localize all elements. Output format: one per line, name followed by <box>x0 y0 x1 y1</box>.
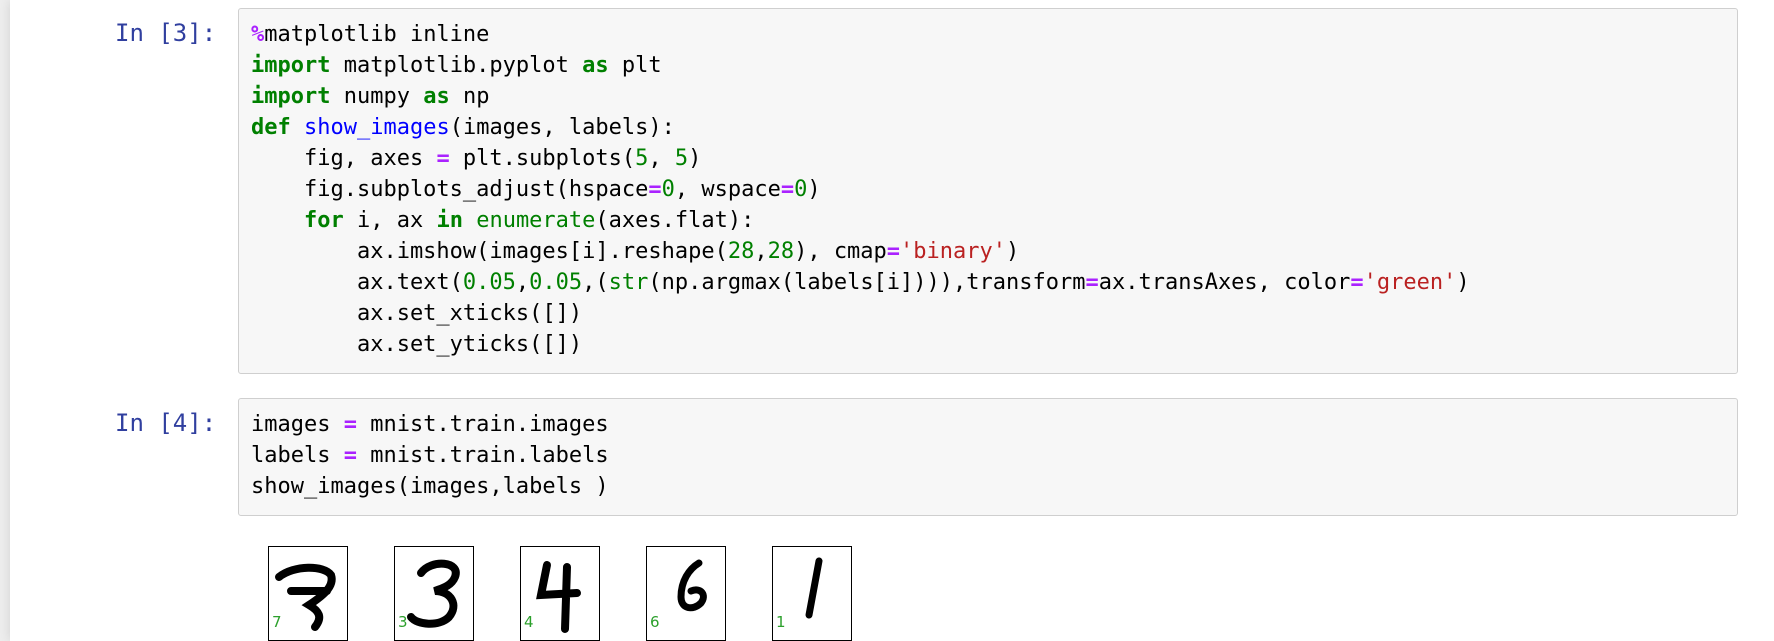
code-token: = <box>343 443 357 468</box>
code-line: images = mnist.train.images <box>251 409 1737 440</box>
code-token: ax.set_xticks([]) <box>251 301 583 326</box>
code-token: , <box>515 270 530 295</box>
code-token: ) <box>1006 239 1020 264</box>
code-token: plt.subplots( <box>449 146 636 171</box>
digit-label: 6 <box>650 613 660 631</box>
code-token: 0 <box>661 177 675 202</box>
code-cell-input[interactable]: images = mnist.train.images labels = mnis… <box>238 398 1738 516</box>
code-token: 0.05 <box>529 270 583 295</box>
code-editor[interactable]: images = mnist.train.images labels = mnis… <box>239 399 1737 502</box>
code-line: fig.subplots_adjust(hspace=0, wspace=0) <box>251 174 1737 205</box>
code-token: 'binary' <box>900 239 1007 264</box>
code-line: for i, ax in enumerate(axes.flat): <box>251 205 1737 236</box>
code-token: in <box>436 208 463 233</box>
code-token: 'green' <box>1363 270 1457 295</box>
code-token: show_images <box>304 115 450 140</box>
cell-prompt: In [3]: <box>115 19 217 47</box>
code-token: (images, labels): <box>449 115 675 140</box>
cell-prompt: In [4]: <box>115 409 217 437</box>
code-token: np <box>449 84 490 109</box>
code-token: show_images(images,labels ) <box>251 474 609 499</box>
code-token: i, ax <box>343 208 437 233</box>
code-line: ax.set_xticks([]) <box>251 298 1737 329</box>
code-token: matplotlib.pyplot <box>330 53 583 78</box>
code-token: as <box>582 53 609 78</box>
code-token: , wspace <box>674 177 781 202</box>
code-line: %matplotlib inline <box>251 19 1737 50</box>
code-token: 5 <box>674 146 689 171</box>
code-editor[interactable]: %matplotlib inline import matplotlib.pypl… <box>239 9 1737 360</box>
code-token: for <box>303 208 344 233</box>
code-token: 28 <box>767 239 795 264</box>
code-token: 28 <box>727 239 755 264</box>
code-token: 0 <box>794 177 808 202</box>
code-token: = <box>1085 270 1099 295</box>
code-token: def <box>251 115 291 140</box>
cell-output-figure: 7 3 4 6 1 <box>238 540 1738 641</box>
code-token: = <box>343 412 357 437</box>
code-token: ) <box>1456 270 1470 295</box>
code-token: plt <box>608 53 662 78</box>
code-token: ) <box>688 146 702 171</box>
code-token: images <box>251 412 344 437</box>
code-token: ax.transAxes, color <box>1098 270 1351 295</box>
code-token: = <box>780 177 795 202</box>
code-token: (axes.flat): <box>595 208 755 233</box>
code-line: labels = mnist.train.labels <box>251 440 1737 471</box>
code-token: ) <box>807 177 821 202</box>
code-token: enumerate <box>476 208 596 233</box>
code-token: , <box>648 146 675 171</box>
code-token: = <box>436 146 450 171</box>
digit-image: 4 <box>520 546 600 641</box>
code-token: fig.subplots_adjust(hspace <box>251 177 649 202</box>
code-cell-input[interactable]: %matplotlib inline import matplotlib.pypl… <box>238 8 1738 374</box>
code-token: 5 <box>635 146 649 171</box>
code-line: import matplotlib.pyplot as plt <box>251 50 1737 81</box>
code-line: import numpy as np <box>251 81 1737 112</box>
digit-image: 6 <box>646 546 726 641</box>
code-token: ax.text( <box>251 270 463 295</box>
digit-image: 1 <box>772 546 852 641</box>
code-line: def show_images(images, labels): <box>251 112 1737 143</box>
code-line: ax.set_yticks([]) <box>251 329 1737 360</box>
code-token: ), cmap <box>794 239 887 264</box>
code-line: fig, axes = plt.subplots(5, 5) <box>251 143 1737 174</box>
code-token: str <box>608 270 649 295</box>
code-token: labels <box>251 443 344 468</box>
code-token: , <box>754 239 768 264</box>
code-token: 0.05 <box>462 270 516 295</box>
digit-label: 3 <box>398 613 408 631</box>
code-token: ,( <box>582 270 609 295</box>
code-line: ax.imshow(images[i].reshape(28,28), cmap… <box>251 236 1737 267</box>
code-token: matplotlib inline <box>264 22 490 47</box>
code-token: import <box>251 53 331 78</box>
notebook-page: In [3]: %matplotlib inline import matplot… <box>10 0 1774 641</box>
code-token: ax.set_yticks([]) <box>251 332 583 357</box>
code-line: show_images(images,labels ) <box>251 471 1737 502</box>
code-token: = <box>886 239 901 264</box>
code-token: import <box>251 84 331 109</box>
code-token: as <box>423 84 450 109</box>
digit-image: 3 <box>394 546 474 641</box>
code-token: = <box>1350 270 1364 295</box>
code-line: ax.text(0.05,0.05,(str(np.argmax(labels[… <box>251 267 1737 298</box>
code-token: mnist.train.images <box>356 412 609 437</box>
code-token: mnist.train.labels <box>356 443 609 468</box>
code-token: % <box>251 22 265 47</box>
digit-label: 1 <box>776 613 786 631</box>
digit-label: 4 <box>524 613 534 631</box>
code-token: ax.imshow(images[i].reshape( <box>251 239 728 264</box>
code-token: numpy <box>330 84 424 109</box>
code-token: = <box>648 177 662 202</box>
code-token: fig, axes <box>251 146 437 171</box>
digit-image: 7 <box>268 546 348 641</box>
digit-label: 7 <box>272 613 282 631</box>
code-token: (np.argmax(labels[i]))),transform <box>648 270 1086 295</box>
